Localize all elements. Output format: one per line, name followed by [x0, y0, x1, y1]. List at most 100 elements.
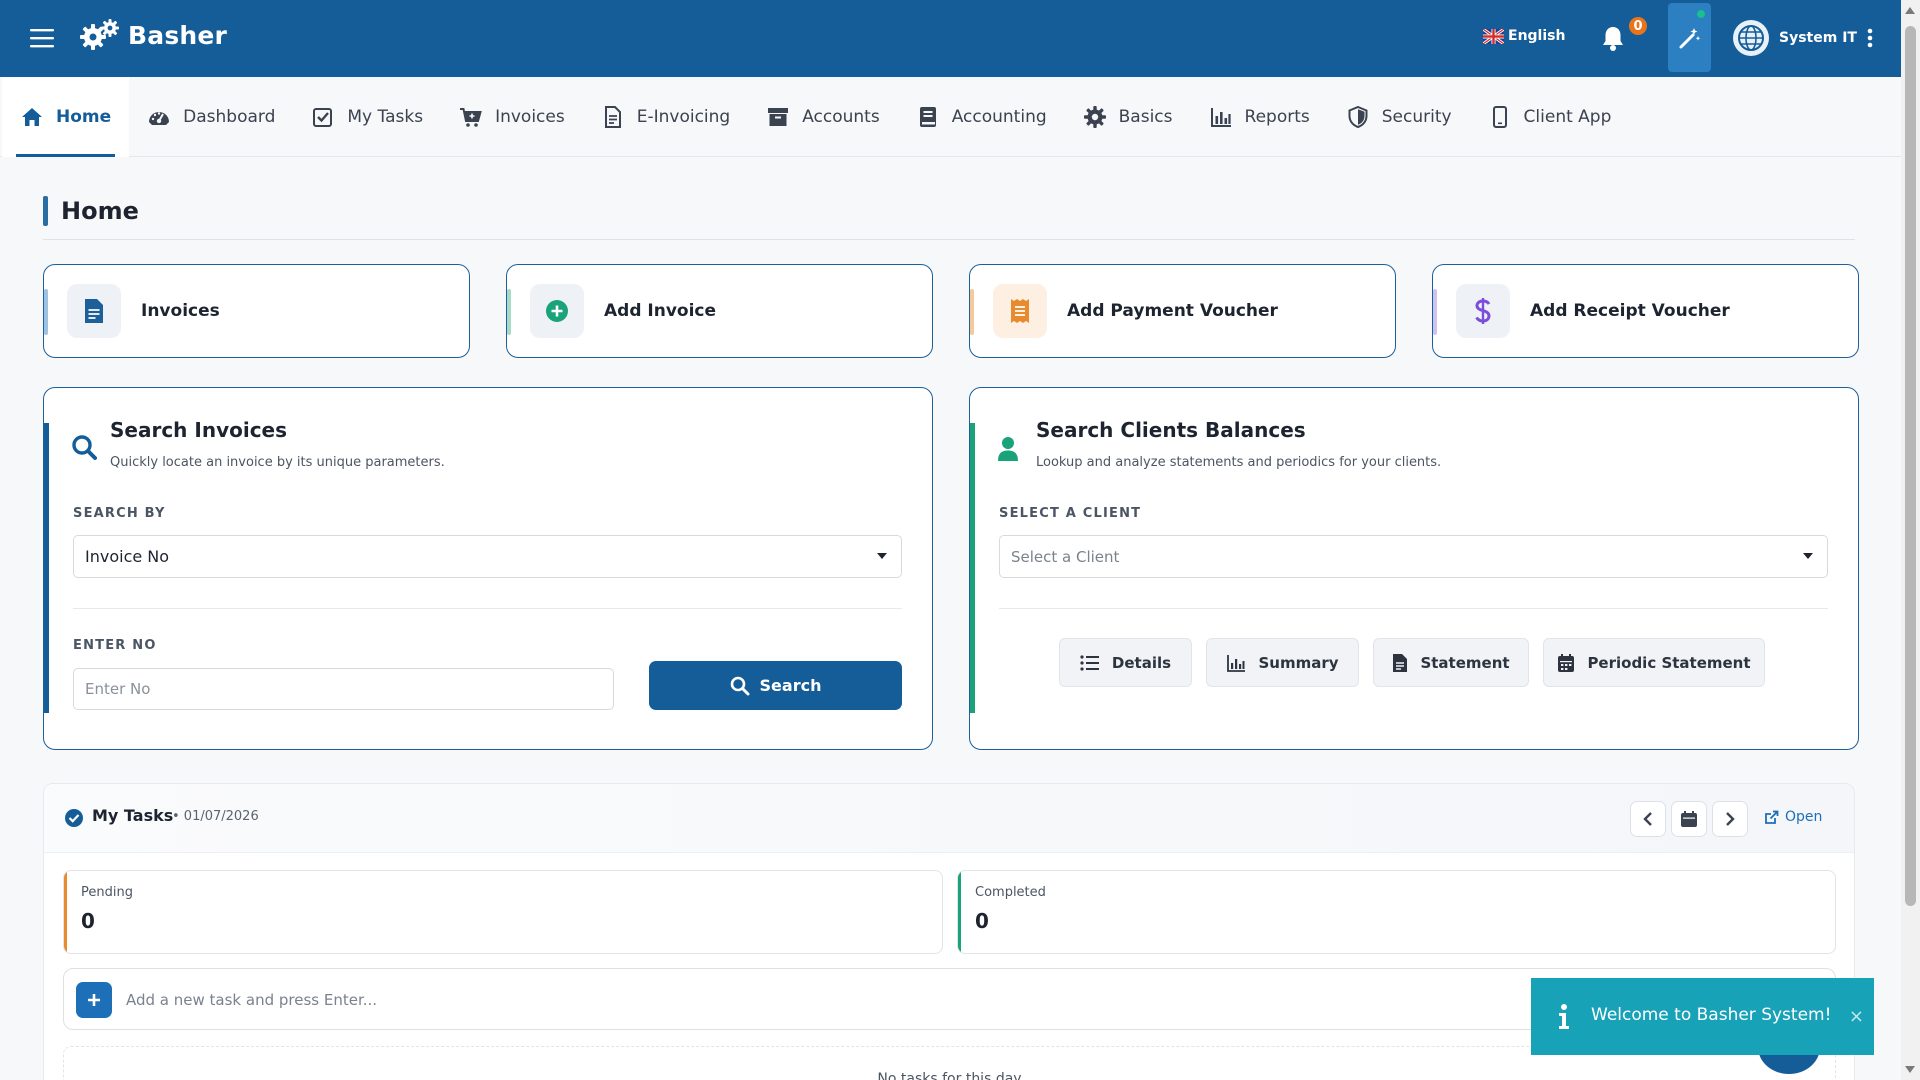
archive-box-icon: [766, 105, 790, 129]
book-icon: [916, 105, 940, 129]
user-name: System IT: [1779, 30, 1857, 46]
magnifier-icon: [730, 676, 750, 696]
info-icon: [1556, 1003, 1572, 1031]
nav-label: Invoices: [495, 107, 565, 127]
scroll-down-arrow-icon[interactable]: [1905, 1066, 1915, 1073]
avatar: [1733, 20, 1769, 56]
quick-card-invoices[interactable]: Invoices: [43, 264, 470, 358]
summary-button[interactable]: Summary: [1206, 638, 1359, 687]
page-header: Home: [43, 196, 1855, 240]
notifications-badge: 0: [1627, 15, 1649, 37]
scroll-thumb[interactable]: [1905, 26, 1916, 906]
nav-item-dashboard[interactable]: Dashboard: [129, 77, 293, 157]
nav-item-reports[interactable]: Reports: [1191, 77, 1328, 157]
next-day-button[interactable]: [1712, 801, 1748, 837]
chevron-left-icon: [1642, 811, 1654, 827]
notifications-bell-icon[interactable]: [1600, 24, 1626, 52]
pending-stat-card: Pending 0: [63, 870, 943, 954]
welcome-toast[interactable]: Welcome to Basher System! ×: [1531, 978, 1874, 1055]
nav-label: Basics: [1118, 107, 1173, 127]
document-icon: [67, 284, 121, 338]
calendar-icon: [1680, 810, 1698, 828]
title-accent: [43, 196, 48, 226]
client-select[interactable]: Select a Client: [999, 535, 1828, 578]
chevron-right-icon: [1724, 811, 1736, 827]
bar-chart-icon: [1226, 654, 1246, 672]
pending-value: 0: [81, 909, 95, 933]
panel-subtitle: Quickly locate an invoice by its unique …: [110, 455, 445, 470]
kebab-menu-icon[interactable]: [1867, 28, 1873, 48]
nav-item-invoices[interactable]: Invoices: [441, 77, 583, 157]
nav-item-e-invoicing[interactable]: E-Invoicing: [583, 77, 748, 157]
document-icon: [601, 105, 625, 129]
plus-icon: [86, 992, 102, 1008]
magic-wand-button[interactable]: [1668, 3, 1711, 72]
details-button[interactable]: Details: [1059, 638, 1192, 687]
nav-item-accounts[interactable]: Accounts: [748, 77, 898, 157]
enter-no-label: ENTER NO: [73, 638, 157, 653]
statement-button[interactable]: Statement: [1373, 638, 1529, 687]
search-invoices-panel: Search Invoices Quickly locate an invoic…: [43, 387, 933, 750]
search-button[interactable]: Search: [649, 661, 902, 710]
calendar-button[interactable]: [1671, 801, 1707, 837]
external-link-icon: [1764, 810, 1779, 825]
document-icon: [1392, 653, 1408, 673]
magnifier-icon: [70, 433, 100, 463]
pending-label: Pending: [81, 885, 133, 900]
mobile-icon: [1488, 105, 1512, 129]
search-by-value: Invoice No: [85, 547, 170, 566]
user-menu[interactable]: System IT: [1733, 20, 1873, 56]
tasks-header: My Tasks • 01/07/2026 Open: [44, 784, 1854, 853]
new-task-input[interactable]: [126, 981, 1226, 1019]
main-navigation: Home Dashboard My Tasks Invoices E-Invoi…: [0, 77, 1901, 157]
invoice-number-input[interactable]: [73, 668, 614, 710]
open-tasks-link[interactable]: Open: [1764, 809, 1822, 825]
nav-item-basics[interactable]: Basics: [1065, 77, 1191, 157]
summary-label: Summary: [1258, 653, 1339, 672]
calendar-icon: [1557, 653, 1575, 673]
nav-label: Accounts: [802, 107, 880, 127]
check-circle-icon: [64, 808, 84, 828]
uk-flag-icon: [1483, 28, 1504, 44]
panel-accent: [44, 423, 49, 713]
add-task-button[interactable]: [76, 982, 112, 1018]
search-by-select[interactable]: Invoice No: [73, 535, 902, 578]
gauge-icon: [147, 105, 171, 129]
brand-name: Basher: [128, 20, 228, 50]
page-scrollbar[interactable]: [1901, 0, 1920, 1080]
search-button-label: Search: [759, 676, 822, 695]
periodic-statement-label: Periodic Statement: [1587, 653, 1751, 672]
quick-card-add-payment-voucher[interactable]: Add Payment Voucher: [969, 264, 1396, 358]
nav-label: E-Invoicing: [636, 107, 731, 127]
caret-down-icon: [1803, 553, 1813, 559]
nav-item-security[interactable]: Security: [1328, 77, 1470, 157]
page-title: Home: [61, 197, 139, 225]
scroll-up-arrow-icon[interactable]: [1905, 7, 1915, 14]
nav-label: Home: [56, 107, 112, 127]
quick-card-add-receipt-voucher[interactable]: Add Receipt Voucher: [1432, 264, 1859, 358]
nav-item-my-tasks[interactable]: My Tasks: [293, 77, 441, 157]
periodic-statement-button[interactable]: Periodic Statement: [1543, 638, 1765, 687]
hamburger-menu-icon[interactable]: [30, 27, 55, 49]
nav-item-client-app[interactable]: Client App: [1470, 77, 1630, 157]
details-label: Details: [1111, 653, 1172, 672]
tasks-title: My Tasks: [92, 806, 174, 825]
quick-card-label: Invoices: [141, 301, 220, 321]
select-client-label: SELECT A CLIENT: [999, 506, 1142, 521]
quick-card-label: Add Payment Voucher: [1067, 301, 1278, 321]
language-selector[interactable]: English: [1483, 28, 1565, 44]
bar-chart-icon: [1209, 105, 1233, 129]
close-icon[interactable]: ×: [1849, 1006, 1864, 1027]
gears-logo-icon: [80, 18, 120, 52]
nav-item-accounting[interactable]: Accounting: [898, 77, 1065, 157]
quick-card-add-invoice[interactable]: Add Invoice: [506, 264, 933, 358]
nav-item-home[interactable]: Home: [2, 77, 130, 157]
user-icon: [996, 433, 1026, 463]
open-label: Open: [1785, 809, 1823, 825]
nav-label: My Tasks: [347, 107, 424, 127]
nav-label: Dashboard: [183, 107, 276, 127]
previous-day-button[interactable]: [1630, 801, 1666, 837]
brand-logo[interactable]: Basher: [80, 18, 227, 52]
gear-icon: [1083, 105, 1107, 129]
plus-circle-icon: [530, 284, 584, 338]
